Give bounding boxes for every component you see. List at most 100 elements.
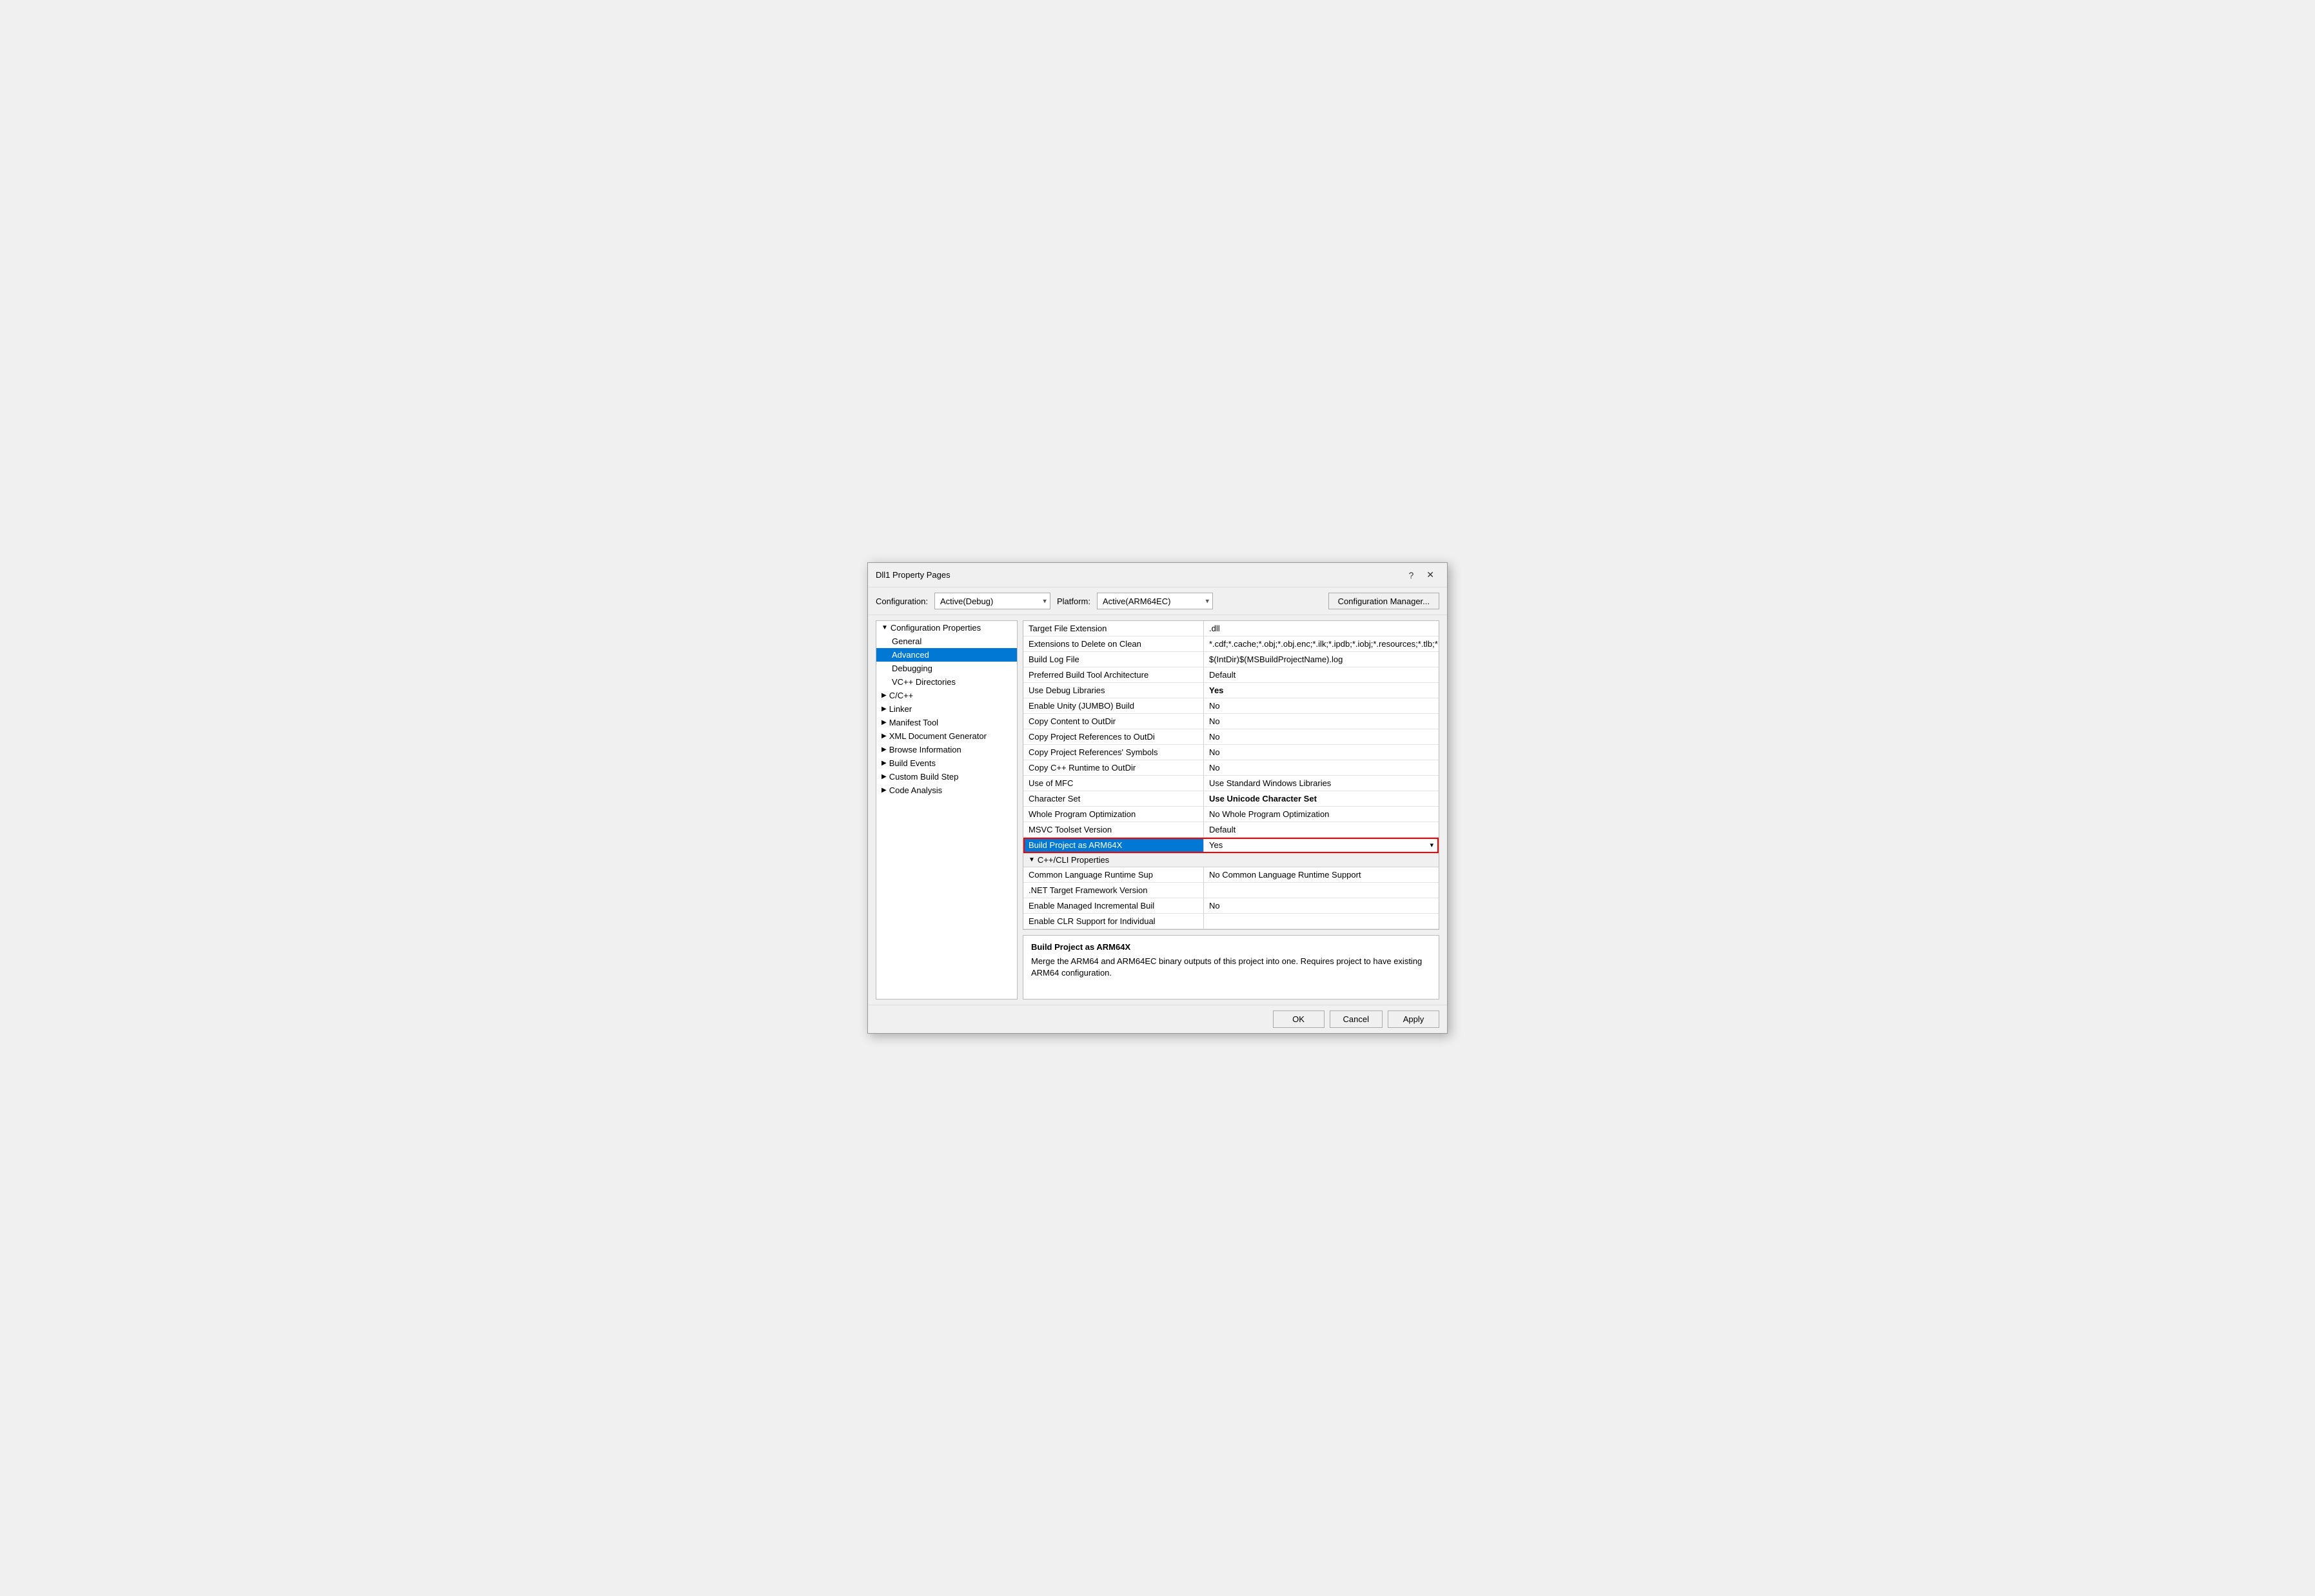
- sidebar-item-cpp[interactable]: ▶ C/C++: [876, 689, 1017, 702]
- help-button[interactable]: ?: [1403, 568, 1419, 582]
- sidebar-item-custom-build[interactable]: ▶ Custom Build Step: [876, 770, 1017, 783]
- table-row: Common Language Runtime Sup No Common La…: [1023, 867, 1439, 883]
- expand-icon: ▶: [882, 760, 887, 767]
- prop-value: Yes: [1204, 683, 1439, 698]
- sidebar-item-label: C/C++: [889, 691, 914, 700]
- prop-name: Target File Extension: [1023, 621, 1204, 636]
- table-row: Copy C++ Runtime to OutDir No: [1023, 760, 1439, 776]
- table-row: Character Set Use Unicode Character Set: [1023, 791, 1439, 807]
- table-row: .NET Target Framework Version: [1023, 883, 1439, 898]
- highlighted-prop-name: Build Project as ARM64X: [1023, 838, 1204, 852]
- prop-value: Default: [1204, 667, 1439, 682]
- expand-icon: ▶: [882, 705, 887, 713]
- prop-name: Enable Unity (JUMBO) Build: [1023, 698, 1204, 713]
- expand-icon: ▶: [882, 692, 887, 699]
- table-row: Enable CLR Support for Individual: [1023, 914, 1439, 929]
- sidebar-item-label: Code Analysis: [889, 785, 942, 795]
- prop-value: .dll: [1204, 621, 1439, 636]
- table-row: Whole Program Optimization No Whole Prog…: [1023, 807, 1439, 822]
- prop-name: MSVC Toolset Version: [1023, 822, 1204, 837]
- arm64x-value: Yes: [1209, 840, 1223, 850]
- dialog-title: Dll1 Property Pages: [876, 570, 951, 580]
- prop-value: $(IntDir)$(MSBuildProjectName).log: [1204, 652, 1439, 667]
- prop-name: Use Debug Libraries: [1023, 683, 1204, 698]
- property-grid: Target File Extension .dll Extensions to…: [1023, 620, 1439, 930]
- prop-value: No Whole Program Optimization: [1204, 807, 1439, 822]
- sidebar-item-manifest[interactable]: ▶ Manifest Tool: [876, 716, 1017, 729]
- expand-icon: ▶: [882, 733, 887, 740]
- table-row: Use Debug Libraries Yes: [1023, 683, 1439, 698]
- dropdown-arrow-icon[interactable]: ▾: [1430, 841, 1433, 849]
- sidebar-item-vc-dirs[interactable]: VC++ Directories: [876, 675, 1017, 689]
- sidebar-item-code-analysis[interactable]: ▶ Code Analysis: [876, 783, 1017, 797]
- prop-value: No: [1204, 714, 1439, 729]
- collapse-icon: ▼: [1029, 856, 1035, 863]
- sidebar-item-label: Custom Build Step: [889, 772, 959, 782]
- table-row: Enable Managed Incremental Buil No: [1023, 898, 1439, 914]
- prop-name: Enable Managed Incremental Buil: [1023, 898, 1204, 913]
- expand-icon: ▶: [882, 787, 887, 794]
- platform-select[interactable]: Active(ARM64EC): [1097, 593, 1213, 609]
- prop-name: Copy Content to OutDir: [1023, 714, 1204, 729]
- configuration-label: Configuration:: [876, 596, 928, 606]
- close-button[interactable]: ✕: [1421, 568, 1439, 582]
- table-row: Copy Content to OutDir No: [1023, 714, 1439, 729]
- prop-name: Preferred Build Tool Architecture: [1023, 667, 1204, 682]
- prop-name: Extensions to Delete on Clean: [1023, 636, 1204, 651]
- prop-value: Use Standard Windows Libraries: [1204, 776, 1439, 791]
- main-area: ▼ Configuration Properties General Advan…: [868, 615, 1447, 1005]
- prop-value: Use Unicode Character Set: [1204, 791, 1439, 806]
- property-grid-scroll[interactable]: Target File Extension .dll Extensions to…: [1023, 621, 1439, 929]
- platform-select-wrapper[interactable]: Active(ARM64EC): [1097, 593, 1213, 609]
- sidebar-item-label: Advanced: [892, 650, 929, 660]
- prop-name: Use of MFC: [1023, 776, 1204, 791]
- prop-name: Copy Project References to OutDi: [1023, 729, 1204, 744]
- sidebar-item-debugging[interactable]: Debugging: [876, 662, 1017, 675]
- sidebar-item-build-events[interactable]: ▶ Build Events: [876, 756, 1017, 770]
- expand-icon: ▼: [882, 624, 888, 631]
- highlighted-row-build-arm64x[interactable]: Build Project as ARM64X Yes ▾: [1023, 838, 1439, 853]
- sidebar-item-label: Linker: [889, 704, 912, 714]
- expand-icon: ▶: [882, 746, 887, 753]
- prop-name: .NET Target Framework Version: [1023, 883, 1204, 898]
- prop-value: No: [1204, 698, 1439, 713]
- prop-value: No: [1204, 729, 1439, 744]
- ok-button[interactable]: OK: [1273, 1010, 1325, 1028]
- prop-value: [1204, 883, 1439, 898]
- prop-name: Build Log File: [1023, 652, 1204, 667]
- sidebar-item-label: Build Events: [889, 758, 936, 768]
- config-bar: Configuration: Active(Debug) Platform: A…: [868, 587, 1447, 615]
- sidebar-item-linker[interactable]: ▶ Linker: [876, 702, 1017, 716]
- table-row: Preferred Build Tool Architecture Defaul…: [1023, 667, 1439, 683]
- sidebar-item-config-props[interactable]: ▼ Configuration Properties: [876, 621, 1017, 635]
- prop-value: No: [1204, 898, 1439, 913]
- sidebar-item-label: General: [892, 636, 921, 646]
- dialog-window: Dll1 Property Pages ? ✕ Configuration: A…: [867, 562, 1448, 1034]
- button-bar: OK Cancel Apply: [868, 1005, 1447, 1033]
- content-panel: Target File Extension .dll Extensions to…: [1023, 620, 1439, 1000]
- expand-icon: ▶: [882, 719, 887, 726]
- sidebar-item-xml-gen[interactable]: ▶ XML Document Generator: [876, 729, 1017, 743]
- sidebar: ▼ Configuration Properties General Advan…: [876, 620, 1018, 1000]
- section-header-cpp-cli[interactable]: ▼ C++/CLI Properties: [1023, 853, 1439, 867]
- table-row: Extensions to Delete on Clean *.cdf;*.ca…: [1023, 636, 1439, 652]
- table-row: Build Log File $(IntDir)$(MSBuildProject…: [1023, 652, 1439, 667]
- table-row: Use of MFC Use Standard Windows Librarie…: [1023, 776, 1439, 791]
- sidebar-item-advanced[interactable]: Advanced: [876, 648, 1017, 662]
- configuration-select[interactable]: Active(Debug): [934, 593, 1050, 609]
- cancel-button[interactable]: Cancel: [1330, 1010, 1383, 1028]
- sidebar-item-general[interactable]: General: [876, 635, 1017, 648]
- table-row: MSVC Toolset Version Default: [1023, 822, 1439, 838]
- sidebar-item-label: VC++ Directories: [892, 677, 956, 687]
- prop-name: Character Set: [1023, 791, 1204, 806]
- prop-name: Copy Project References' Symbols: [1023, 745, 1204, 760]
- apply-button[interactable]: Apply: [1388, 1010, 1439, 1028]
- sidebar-item-browse[interactable]: ▶ Browse Information: [876, 743, 1017, 756]
- sidebar-item-label: Manifest Tool: [889, 718, 938, 727]
- title-bar-buttons: ? ✕: [1403, 568, 1439, 582]
- configuration-select-wrapper[interactable]: Active(Debug): [934, 593, 1050, 609]
- sidebar-item-label: Browse Information: [889, 745, 961, 754]
- sidebar-item-label: Configuration Properties: [891, 623, 981, 633]
- description-panel: Build Project as ARM64X Merge the ARM64 …: [1023, 935, 1439, 1000]
- config-manager-button[interactable]: Configuration Manager...: [1328, 593, 1439, 609]
